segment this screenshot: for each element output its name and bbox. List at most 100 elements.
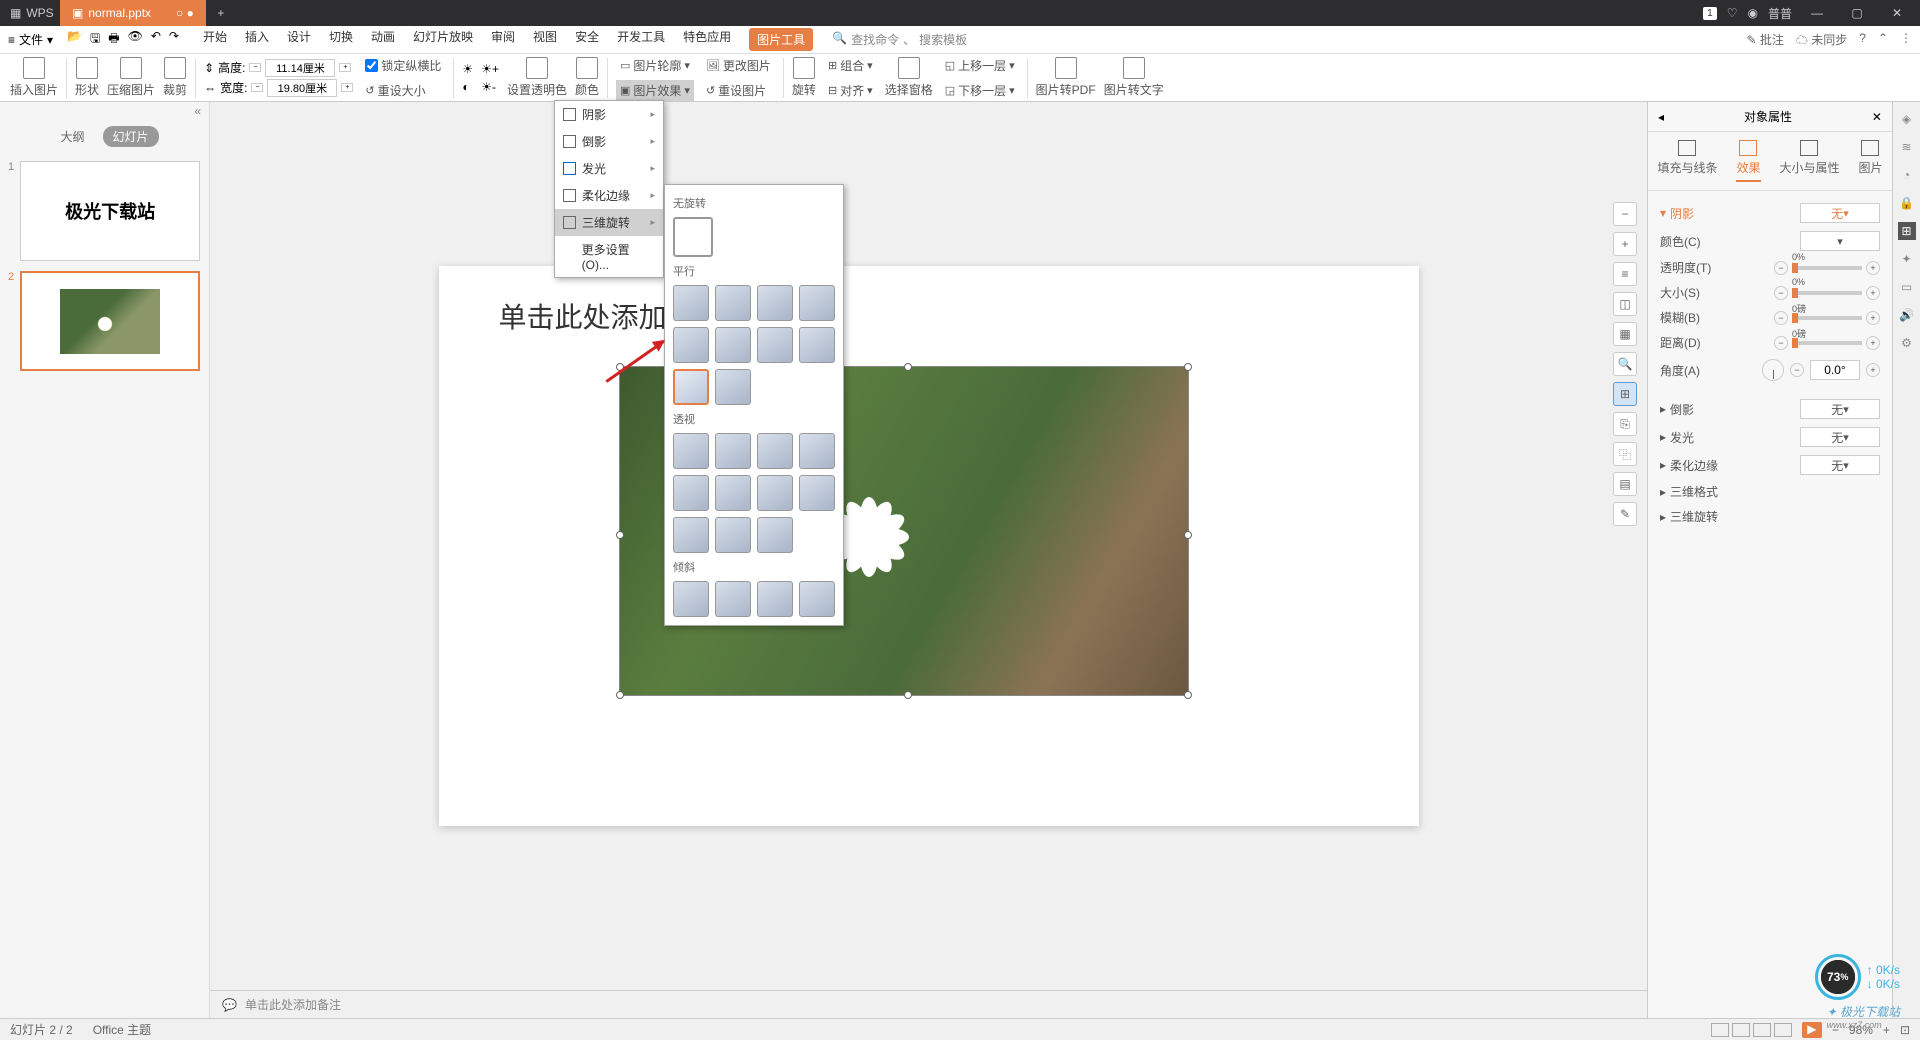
size-slider[interactable]: 0% (1792, 291, 1862, 295)
view-notes[interactable] (1774, 1023, 1792, 1037)
side-properties-icon[interactable]: ⊞ (1898, 222, 1916, 240)
prop-tab-size[interactable]: 大小与属性 (1779, 140, 1839, 182)
prop-tab-effect[interactable]: 效果 (1736, 140, 1760, 182)
notes-bar[interactable]: 💬 单击此处添加备注 (210, 990, 1647, 1018)
thumb-1[interactable]: 1 极光下载站 (8, 161, 201, 261)
handle-tc[interactable] (904, 363, 912, 371)
menu-start[interactable]: 开始 (203, 28, 227, 51)
side-settings-icon[interactable]: ⚙ (1898, 334, 1916, 352)
preset-persp-4[interactable] (799, 433, 835, 469)
minimize-button[interactable]: — (1802, 6, 1832, 20)
shadow-select[interactable]: 无 ▾ (1800, 203, 1880, 223)
menu-design[interactable]: 设计 (287, 28, 311, 51)
preset-obl-2[interactable] (715, 581, 751, 617)
preset-persp-11[interactable] (757, 517, 793, 553)
side-animation-icon[interactable]: ✦ (1898, 250, 1916, 268)
search-area[interactable]: 🔍 查找命令 、 搜索模板 (832, 31, 967, 48)
thumb-2[interactable]: 2 (8, 271, 201, 371)
height-inc[interactable]: + (339, 63, 351, 72)
edit-icon[interactable]: ✎ (1613, 502, 1637, 526)
height-input[interactable] (265, 59, 335, 77)
section-3drotate[interactable]: ▸ 三维旋转 (1660, 504, 1880, 529)
close-button[interactable]: ✕ (1882, 6, 1912, 20)
section-reflection[interactable]: ▸ 倒影无 ▾ (1660, 395, 1880, 423)
menu-animation[interactable]: 动画 (371, 28, 395, 51)
up-layer-button[interactable]: ◱ 上移一层 ▾ (941, 55, 1019, 76)
angle-input[interactable] (1810, 360, 1860, 380)
sync-button[interactable]: ☁ 未同步 (1796, 31, 1847, 48)
preset-parallel-3[interactable] (757, 285, 793, 321)
zoom-in-icon[interactable]: + (1613, 232, 1637, 256)
preset-obl-1[interactable] (673, 581, 709, 617)
preview-icon[interactable]: 👁 (128, 29, 143, 50)
preset-persp-7[interactable] (757, 475, 793, 511)
handle-bl[interactable] (616, 691, 624, 699)
view-sorter[interactable] (1732, 1023, 1750, 1037)
prop-back[interactable]: ◂ (1658, 110, 1664, 124)
menu-transition[interactable]: 切换 (329, 28, 353, 51)
preset-persp-2[interactable] (715, 433, 751, 469)
preset-none[interactable] (673, 217, 713, 257)
blur-slider[interactable]: 0磅 (1792, 316, 1862, 320)
glow-select[interactable]: 无 ▾ (1800, 427, 1880, 447)
side-layers-icon[interactable]: ≋ (1898, 138, 1916, 156)
preset-parallel-1[interactable] (673, 285, 709, 321)
effect-3drotation[interactable]: 三维旋转▸ (555, 209, 663, 236)
side-lock-icon[interactable]: 🔒 (1898, 194, 1916, 212)
notification-badge[interactable]: 1 (1703, 7, 1717, 20)
blur-dec[interactable]: − (1774, 311, 1788, 325)
reset-size-button[interactable]: ↺ 重设大小 (361, 80, 445, 101)
menu-devtools[interactable]: 开发工具 (617, 28, 665, 51)
effect-button[interactable]: ▣ 图片效果 ▾ (616, 80, 694, 101)
preset-obl-4[interactable] (799, 581, 835, 617)
shape-group[interactable]: 形状 (75, 57, 99, 98)
trans-inc[interactable]: + (1866, 261, 1880, 275)
section-glow[interactable]: ▸ 发光无 ▾ (1660, 423, 1880, 451)
color-group[interactable]: 颜色 (575, 57, 599, 98)
width-dec[interactable]: − (251, 83, 263, 92)
menu-picture-tools[interactable]: 图片工具 (749, 28, 813, 51)
slides-tab[interactable]: 幻灯片 (103, 126, 159, 147)
preset-persp-5[interactable] (673, 475, 709, 511)
effect-more[interactable]: 更多设置(O)... (555, 236, 663, 277)
open-icon[interactable]: 📂 (67, 29, 82, 50)
menu-review[interactable]: 审阅 (491, 28, 515, 51)
view-normal[interactable] (1711, 1023, 1729, 1037)
bright-dec-icon[interactable]: ☀- (481, 80, 499, 94)
section-3dformat[interactable]: ▸ 三维格式 (1660, 479, 1880, 504)
angle-dec[interactable]: − (1790, 363, 1804, 377)
side-image-icon[interactable]: ▭ (1898, 278, 1916, 296)
preset-parallel-2[interactable] (715, 285, 751, 321)
grid-icon[interactable]: ▦ (1613, 322, 1637, 346)
insert-picture-group[interactable]: 插入图片 (10, 57, 58, 98)
preset-parallel-9[interactable] (673, 369, 709, 405)
dist-dec[interactable]: − (1774, 336, 1788, 350)
effect-shadow[interactable]: 阴影▸ (555, 101, 663, 128)
color-select[interactable]: ▾ (1800, 231, 1880, 251)
save-icon[interactable]: 🖫 (90, 29, 100, 50)
new-tab-button[interactable]: + (206, 6, 236, 20)
duplicate-icon[interactable]: ⿻ (1613, 442, 1637, 466)
copy-icon[interactable]: ⎘ (1613, 412, 1637, 436)
preset-parallel-10[interactable] (715, 369, 751, 405)
side-diamond-icon[interactable]: ◈ (1898, 110, 1916, 128)
annotate-button[interactable]: ✎ 批注 (1746, 31, 1783, 48)
reflection-select[interactable]: 无 ▾ (1800, 399, 1880, 419)
menu-insert[interactable]: 插入 (245, 28, 269, 51)
preset-persp-10[interactable] (715, 517, 751, 553)
performance-widget[interactable]: 73% ↑ 0K/s↓ 0K/s (1815, 954, 1900, 1000)
more-icon[interactable]: ⋮ (1900, 31, 1912, 48)
width-inc[interactable]: + (341, 83, 353, 92)
reset-pic-button[interactable]: ↺ 重设图片 (702, 80, 775, 101)
angle-dial[interactable] (1762, 359, 1784, 381)
contrast-icon[interactable]: ◐ (462, 80, 473, 94)
preset-persp-9[interactable] (673, 517, 709, 553)
pic-pdf-group[interactable]: 图片转PDF (1036, 57, 1096, 98)
table-icon[interactable]: ▤ (1613, 472, 1637, 496)
fit-icon[interactable]: ⊡ (1900, 1023, 1910, 1037)
play-button[interactable]: ▶ (1802, 1022, 1822, 1038)
menu-special[interactable]: 特色应用 (683, 28, 731, 51)
preset-parallel-5[interactable] (673, 327, 709, 363)
trans-slider[interactable]: 0% (1792, 266, 1862, 270)
preset-persp-3[interactable] (757, 433, 793, 469)
